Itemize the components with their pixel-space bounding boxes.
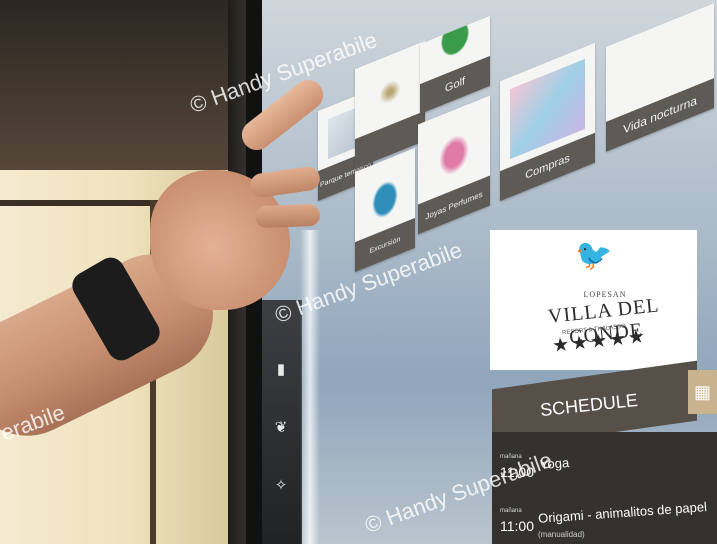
perfume-icon	[428, 111, 480, 193]
building-icon[interactable]: ▮	[271, 360, 291, 380]
tile-label: Golf	[444, 74, 466, 96]
row-time: 11:00	[500, 518, 534, 534]
glass-reflection	[300, 230, 320, 544]
bar-icon[interactable]: ✧	[271, 476, 291, 496]
photo-scene: Parque temático Golf Vida nocturna Compr…	[0, 0, 717, 544]
finger	[254, 203, 321, 229]
row-day: mañana	[500, 508, 522, 514]
calendar-icon[interactable]: ▦	[688, 370, 717, 414]
leaf-icon[interactable]: ❦	[271, 418, 291, 438]
bus-icon	[365, 163, 405, 231]
hotel-logo-icon: 🐦	[575, 239, 613, 272]
tile-label: Excursión	[369, 235, 401, 255]
row-subtitle: (manualidad)	[538, 530, 585, 539]
